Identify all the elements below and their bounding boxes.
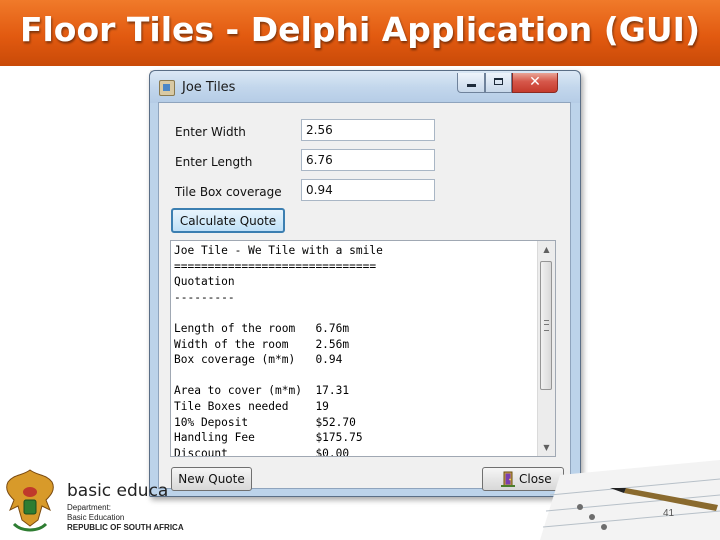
door-exit-icon — [501, 471, 515, 487]
minimize-button[interactable] — [457, 73, 485, 93]
maximize-icon — [494, 78, 503, 85]
calculate-quote-button[interactable]: Calculate Quote — [171, 208, 285, 233]
slide-title: Floor Tiles - Delphi Application (GUI) — [19, 10, 701, 49]
memo-line: Quotation — [174, 275, 235, 289]
coverage-label: Tile Box coverage — [175, 185, 282, 199]
window-titlebar[interactable]: Joe Tiles ✕ — [150, 71, 580, 103]
memo-scrollbar[interactable]: ▲ ▼ — [537, 241, 555, 456]
quote-output-text: Joe Tile - We Tile with a smile =========… — [174, 243, 536, 456]
memo-line: Width of the room 2.56m — [174, 337, 350, 351]
memo-line: Joe Tile - We Tile with a smile — [174, 244, 383, 257]
memo-line: Handling Fee $175.75 — [174, 431, 363, 445]
page-number: 41 — [663, 508, 675, 519]
scroll-thumb[interactable] — [540, 261, 552, 390]
memo-line: Length of the room 6.76m — [174, 321, 350, 335]
memo-line: Discount $0.00 — [174, 446, 350, 456]
tile-app-icon — [159, 80, 175, 96]
scroll-down-icon[interactable]: ▼ — [538, 439, 555, 456]
scroll-up-icon[interactable]: ▲ — [538, 241, 555, 258]
memo-line: Box coverage (m*m) 0.94 — [174, 353, 343, 367]
pen-and-notebook-decoration — [540, 460, 720, 540]
new-quote-button[interactable]: New Quote — [171, 467, 252, 491]
dept-line-3: REPUBLIC OF SOUTH AFRICA — [67, 523, 184, 532]
memo-line — [174, 305, 536, 321]
coat-of-arms-logo — [6, 469, 54, 532]
memo-line: ============================== — [174, 259, 377, 273]
form-client-area: Enter Width Enter Length Tile Box covera… — [158, 102, 571, 491]
memo-line: Area to cover (m*m) 17.31 — [174, 384, 350, 398]
minimize-icon — [467, 84, 476, 87]
length-label: Enter Length — [175, 155, 253, 169]
slide-header: Floor Tiles - Delphi Application (GUI) — [0, 0, 720, 66]
memo-line: Tile Boxes needed 19 — [174, 399, 329, 413]
dept-line-2: Basic Education — [67, 513, 125, 522]
quote-output-memo[interactable]: Joe Tile - We Tile with a smile =========… — [170, 240, 556, 457]
length-input[interactable] — [301, 149, 435, 171]
memo-line: --------- — [174, 290, 235, 304]
memo-line: 10% Deposit $52.70 — [174, 415, 356, 429]
footer-department: Department: Basic Education REPUBLIC OF … — [67, 503, 184, 533]
close-window-button[interactable]: ✕ — [512, 73, 558, 93]
maximize-button[interactable] — [485, 73, 512, 93]
dept-line-1: Department: — [67, 503, 112, 512]
width-input[interactable] — [301, 119, 435, 141]
joe-tiles-window: Joe Tiles ✕ Enter Width Enter Length Til… — [149, 70, 581, 497]
window-title: Joe Tiles — [182, 80, 236, 95]
footer-brand: basic educa — [67, 481, 169, 501]
coverage-input[interactable] — [301, 179, 435, 201]
width-label: Enter Width — [175, 125, 246, 139]
grip-icon — [544, 320, 549, 331]
memo-line — [174, 368, 536, 384]
close-icon: ✕ — [529, 74, 541, 90]
